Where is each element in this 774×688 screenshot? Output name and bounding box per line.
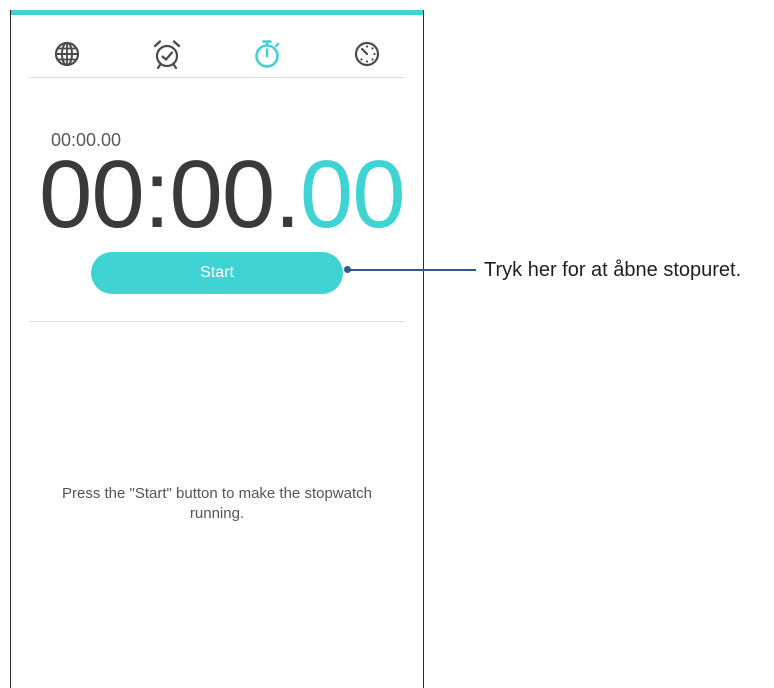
hint-text: Press the "Start" button to make the sto… [62, 485, 372, 522]
callout-label: Tryk her for at åbne stopuret. [484, 259, 742, 281]
stopwatch-hundredths: 00 [299, 141, 406, 248]
divider [29, 321, 405, 322]
stopwatch-icon [255, 39, 280, 68]
clock-tab-bar [29, 30, 405, 78]
status-accent-bar [11, 10, 423, 15]
stopwatch-display: 00:00.00 [39, 141, 406, 248]
phone-screen: 00:00.00 00:00.00 Start Press the "Start… [10, 10, 424, 688]
tab-alarm[interactable] [139, 34, 195, 74]
tab-timer[interactable] [339, 34, 395, 74]
globe-icon [54, 41, 80, 66]
start-button[interactable]: Start [91, 252, 343, 294]
callout-line [350, 269, 476, 271]
page: 00:00.00 00:00.00 Start Press the "Start… [0, 0, 774, 688]
timer-icon [354, 41, 380, 66]
stopwatch-main-time: 00:00. [39, 141, 301, 248]
tab-world-clock[interactable] [39, 34, 95, 74]
alarm-clock-icon [153, 39, 181, 69]
tab-stopwatch[interactable] [239, 34, 295, 74]
